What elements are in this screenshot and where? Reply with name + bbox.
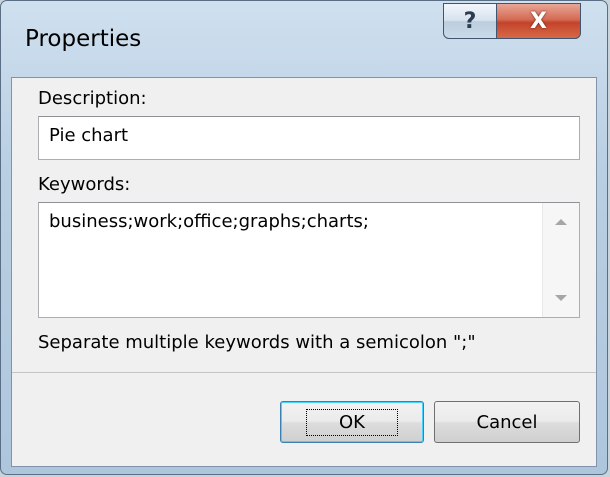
scroll-up-arrow-icon[interactable] [555,219,567,225]
caption-buttons: ? X [443,3,581,39]
description-input[interactable]: Pie chart [38,116,580,160]
keywords-textarea[interactable]: business;work;office;graphs;charts; [38,202,580,318]
ok-button-label: OK [306,408,398,436]
keywords-scrollbar[interactable] [542,203,579,317]
close-icon: X [530,8,547,34]
dialog-content: Description: Pie chart Keywords: busines… [11,77,597,467]
cancel-button[interactable]: Cancel [434,401,580,443]
help-button[interactable]: ? [443,3,497,39]
description-value: Pie chart [49,125,129,146]
description-label: Description: [38,88,147,109]
window-title: Properties [25,26,142,52]
keywords-hint: Separate multiple keywords with a semico… [38,332,476,353]
help-icon: ? [463,8,477,34]
keywords-value: business;work;office;graphs;charts; [49,211,369,232]
title-bar[interactable]: Properties ? X [1,1,607,77]
scroll-down-arrow-icon[interactable] [555,295,567,301]
properties-dialog: Properties ? X Description: Pie chart Ke… [0,0,608,475]
ok-button[interactable]: OK [280,401,424,443]
divider [12,372,596,373]
keywords-label: Keywords: [38,174,131,195]
cancel-button-label: Cancel [476,411,538,433]
close-button[interactable]: X [497,3,581,39]
